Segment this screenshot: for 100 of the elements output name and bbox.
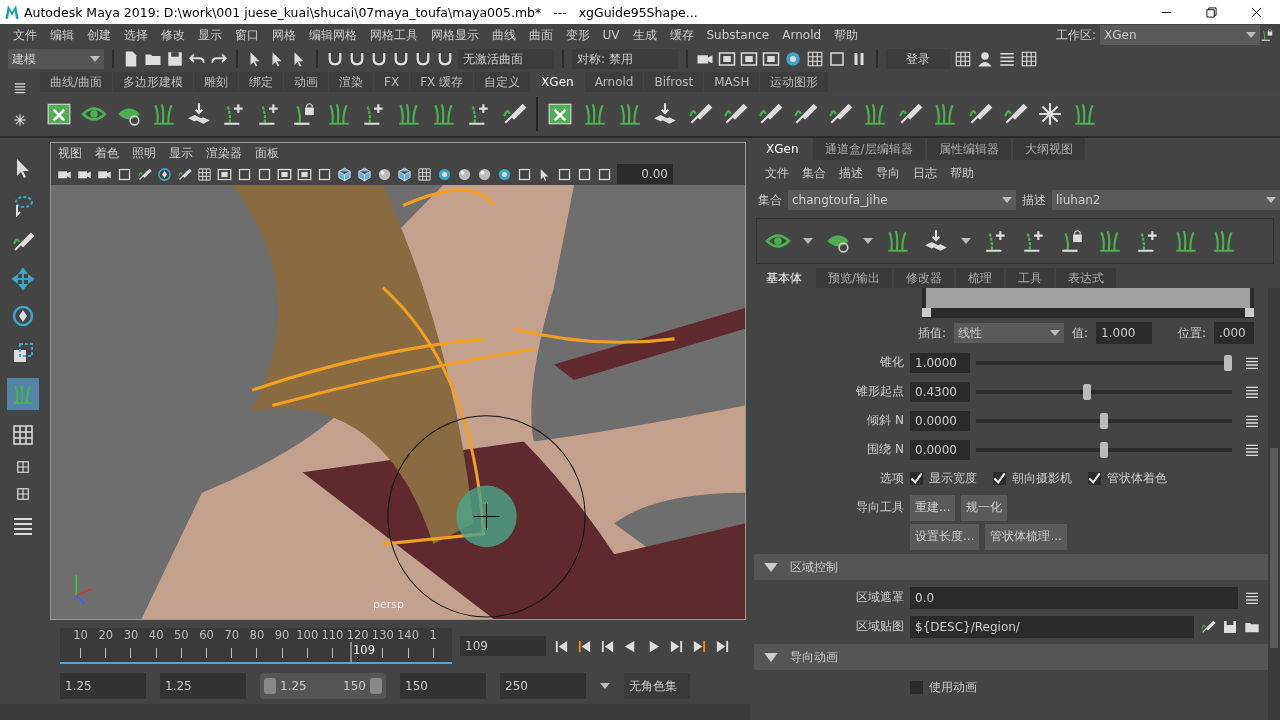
dropdown-arrow-icon[interactable] — [961, 238, 971, 244]
menu-item[interactable]: 显示 — [191, 26, 228, 44]
step-icon[interactable] — [715, 638, 730, 654]
shelf-tab[interactable]: 雕刻 — [194, 72, 239, 92]
grass-icon[interactable] — [396, 101, 422, 127]
map-path-field[interactable]: ${DESC}/Region/ — [910, 615, 1194, 638]
attribute-field[interactable]: 0.0000 — [910, 410, 970, 431]
menu-item[interactable]: 导向 — [869, 164, 906, 182]
film-icon[interactable] — [277, 166, 292, 182]
attribute-field[interactable]: 0.4300 — [910, 381, 970, 402]
grid-icon[interactable] — [417, 166, 432, 182]
grass-icon[interactable] — [885, 228, 911, 254]
menu-item[interactable]: 曲面 — [522, 26, 559, 44]
sphere-icon[interactable] — [457, 166, 472, 182]
scale-icon[interactable] — [11, 341, 35, 365]
shelf-tab[interactable]: Bifrost — [644, 72, 704, 92]
guide-tool-button[interactable]: 规一化 — [961, 494, 1008, 521]
list-icon[interactable] — [13, 81, 27, 95]
menu-item[interactable]: UV — [596, 28, 626, 42]
step-icon[interactable] — [692, 638, 707, 654]
section-header[interactable]: 导向动画 — [754, 644, 1268, 670]
menu-item[interactable]: 视图 — [51, 144, 88, 162]
login-button[interactable]: 登录 — [886, 49, 950, 69]
dropdown-arrow-icon[interactable] — [803, 238, 813, 244]
menu-item[interactable]: 创建 — [80, 26, 117, 44]
menu-item[interactable]: 窗口 — [228, 26, 265, 44]
step-icon[interactable] — [669, 638, 684, 654]
circle-icon[interactable] — [497, 166, 512, 182]
shelf-tab[interactable]: Arnold — [584, 72, 644, 92]
live-surface-field[interactable]: 无激活曲面 — [458, 49, 554, 69]
menu-item[interactable]: 变形 — [559, 26, 596, 44]
window-icon[interactable] — [46, 101, 72, 127]
dropdown-arrow-icon[interactable] — [1050, 330, 1061, 336]
step-icon[interactable] — [577, 638, 592, 654]
grid-icon[interactable] — [1020, 50, 1038, 68]
window-icon[interactable] — [547, 101, 573, 127]
brush-icon[interactable] — [137, 166, 152, 182]
current-frame-field[interactable]: 109 — [460, 636, 546, 656]
menu-item[interactable]: 曲线 — [485, 26, 522, 44]
circle-icon[interactable] — [437, 166, 452, 182]
slider-thumb[interactable] — [1100, 412, 1108, 429]
menu-item[interactable]: 显示 — [162, 144, 199, 162]
shelf-tab[interactable]: FX — [374, 72, 410, 92]
lock-icon[interactable] — [291, 101, 317, 127]
grass-icon[interactable] — [1072, 101, 1098, 127]
menu-item[interactable]: 渲染器 — [199, 144, 248, 162]
menu-item[interactable]: 修改 — [154, 26, 191, 44]
sub-tab[interactable]: 梳理 — [956, 268, 1005, 288]
menu-item[interactable]: 描述 — [832, 164, 869, 182]
slider-track[interactable] — [976, 383, 1232, 400]
ramp-widget[interactable] — [922, 288, 1254, 318]
save-icon[interactable] — [1222, 618, 1238, 635]
grass-icon[interactable] — [582, 101, 608, 127]
slider-track[interactable] — [976, 354, 1232, 371]
exposure-field[interactable]: 0.00 — [617, 164, 673, 184]
menu-item[interactable]: 缓存 — [663, 26, 700, 44]
shelf-tab[interactable]: 多边形建模 — [113, 72, 194, 92]
symmetry-field[interactable]: 对称: 禁用 — [572, 49, 678, 69]
shelf-tab[interactable]: 绑定 — [239, 72, 284, 92]
checkbox[interactable] — [910, 681, 923, 694]
start-time-field[interactable]: 1.25 — [60, 673, 146, 699]
guide-tool-button[interactable]: 设置长度... — [910, 523, 980, 550]
sub-tab[interactable]: 预览/输出 — [816, 268, 893, 288]
character-set-field[interactable]: 无角色集 — [624, 673, 690, 699]
magnet-icon[interactable] — [348, 50, 366, 68]
sphere-icon[interactable] — [377, 166, 392, 182]
square-icon[interactable] — [237, 166, 252, 182]
shelf-tab[interactable]: 自定义 — [474, 72, 531, 92]
slider-track[interactable] — [976, 412, 1232, 429]
square-icon[interactable] — [577, 166, 592, 182]
dropdown-arrow-icon[interactable] — [90, 56, 100, 62]
description-dropdown[interactable]: liuhan2 — [1052, 190, 1280, 210]
layout-icon[interactable] — [16, 487, 30, 501]
tile-icon[interactable] — [652, 101, 678, 127]
lock-icon[interactable] — [1260, 28, 1274, 42]
shelf-tab[interactable]: FX 缓存 — [410, 72, 474, 92]
playback-start-field[interactable]: 1.25 — [160, 673, 246, 699]
grid-icon[interactable] — [11, 423, 35, 447]
rotate-icon[interactable] — [11, 304, 35, 328]
square-icon[interactable] — [317, 166, 332, 182]
dropdown-arrow-icon[interactable] — [863, 238, 873, 244]
menu-item[interactable]: 编辑网格 — [302, 26, 363, 44]
square-icon[interactable] — [597, 166, 612, 182]
step-icon[interactable] — [554, 638, 569, 654]
sub-tab[interactable]: 修改器 — [894, 268, 955, 288]
film-icon[interactable] — [297, 166, 312, 182]
grass-icon[interactable] — [1173, 228, 1199, 254]
range-slider[interactable]: 1.25 150 — [260, 673, 386, 699]
collection-dropdown[interactable]: changtoufa_jihe — [788, 190, 1016, 210]
attribute-field[interactable]: 1.0000 — [910, 352, 970, 373]
shelf-tab[interactable]: 动画 — [284, 72, 329, 92]
end-time-field[interactable]: 250 — [500, 673, 586, 699]
brush-icon[interactable] — [177, 166, 192, 182]
user-icon[interactable] — [976, 50, 994, 68]
expand-arrow-icon[interactable] — [764, 652, 778, 662]
square-icon[interactable] — [828, 50, 846, 68]
menu-item[interactable]: 生成 — [626, 26, 663, 44]
expand-arrow-icon[interactable] — [764, 562, 778, 572]
expression-field[interactable]: 0.0 — [910, 586, 1238, 609]
grass-icon[interactable] — [932, 101, 958, 127]
